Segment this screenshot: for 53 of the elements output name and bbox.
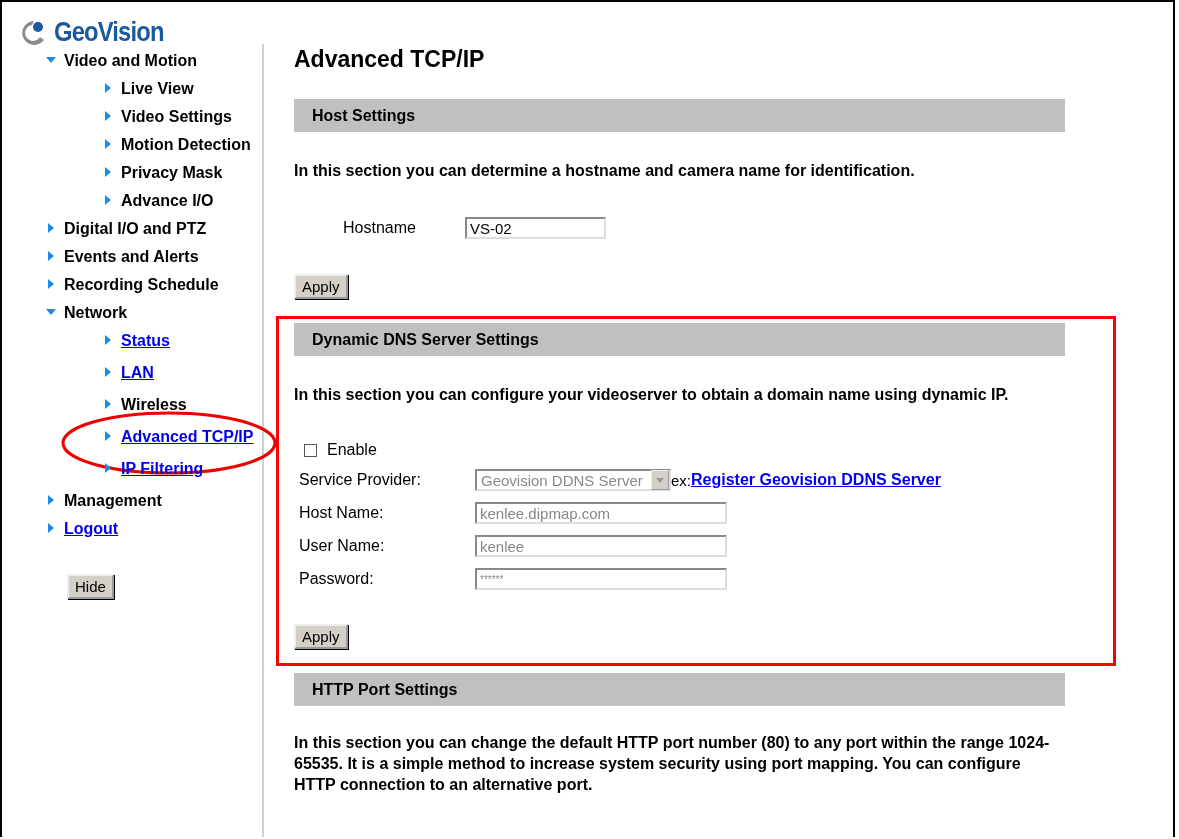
nav-link[interactable]: LAN — [121, 364, 154, 382]
nav-item[interactable]: Live View — [121, 80, 194, 98]
caret-right-icon[interactable] — [103, 111, 113, 121]
field-label: Host Name: — [299, 504, 385, 522]
caret-right-icon[interactable] — [103, 167, 113, 177]
caret-right-icon[interactable] — [103, 399, 113, 409]
example-label: ex: — [671, 471, 691, 489]
section-header: HTTP Port Settings — [294, 673, 1065, 706]
nav-link[interactable]: Advanced TCP/IP — [121, 428, 254, 446]
caret-right-icon[interactable] — [103, 431, 113, 441]
caret-right-icon[interactable] — [103, 335, 113, 345]
nav-item[interactable]: Wireless — [121, 396, 187, 414]
apply-button[interactable]: Apply — [294, 274, 348, 299]
nav-link[interactable]: Status — [121, 332, 170, 350]
nav-item[interactable]: Motion Detection — [121, 136, 251, 154]
nav-item[interactable]: Network — [64, 304, 128, 322]
caret-right-icon[interactable] — [103, 83, 113, 93]
caret-right-icon[interactable] — [103, 139, 113, 149]
nav-link[interactable]: Logout — [64, 520, 119, 538]
caret-right-icon[interactable] — [46, 279, 56, 289]
nav-item[interactable]: Video and Motion — [64, 52, 198, 70]
caret-down-icon[interactable] — [46, 55, 56, 65]
caret-right-icon[interactable] — [103, 367, 113, 377]
section-description: In this section you can determine a hostname and camera name for identification. — [294, 161, 916, 181]
section-header: Dynamic DNS Server Settings — [294, 323, 1065, 356]
section-description: In this section you can change the default HTTP port number (80) to any port within the range 1024-65535. It is a simple method to increase system security using port mapping. You can configure HTTP connection to an alternative port. — [294, 733, 1051, 795]
logo-text: GeoVision — [54, 16, 164, 48]
caret-right-icon[interactable] — [46, 251, 56, 261]
section-header: Host Settings — [294, 99, 1065, 132]
caret-down-icon[interactable] — [46, 307, 56, 317]
nav-item[interactable]: Management — [64, 492, 162, 510]
field-label: Service Provider: — [299, 471, 422, 489]
hide-button[interactable]: Hide — [67, 574, 114, 599]
text-field[interactable]: VS-02 — [464, 217, 606, 239]
enable-checkbox[interactable] — [304, 443, 317, 457]
checkbox-label: Enable — [327, 441, 377, 459]
section-description: In this section you can configure your videoserver to obtain a domain name using dynamic IP. — [294, 385, 1010, 405]
nav-item[interactable]: Video Settings — [121, 108, 232, 126]
nav-item[interactable]: Events and Alerts — [64, 248, 199, 266]
caret-right-icon[interactable] — [46, 495, 56, 505]
field-label: Hostname — [343, 219, 416, 237]
field-label: Password: — [299, 570, 375, 588]
nav-item[interactable]: Recording Schedule — [64, 276, 219, 294]
nav-item[interactable]: Advance I/O — [121, 192, 214, 210]
nav-item[interactable]: Privacy Mask — [121, 164, 223, 182]
caret-right-icon[interactable] — [103, 463, 113, 473]
nav-item[interactable]: Digital I/O and PTZ — [64, 220, 207, 238]
caret-right-icon[interactable] — [103, 195, 113, 205]
caret-right-icon[interactable] — [46, 223, 56, 233]
field-label: User Name: — [299, 537, 386, 555]
caret-right-icon[interactable] — [46, 523, 56, 533]
page-title: Advanced TCP/IP — [294, 46, 486, 73]
apply-button[interactable]: Apply — [294, 624, 348, 649]
